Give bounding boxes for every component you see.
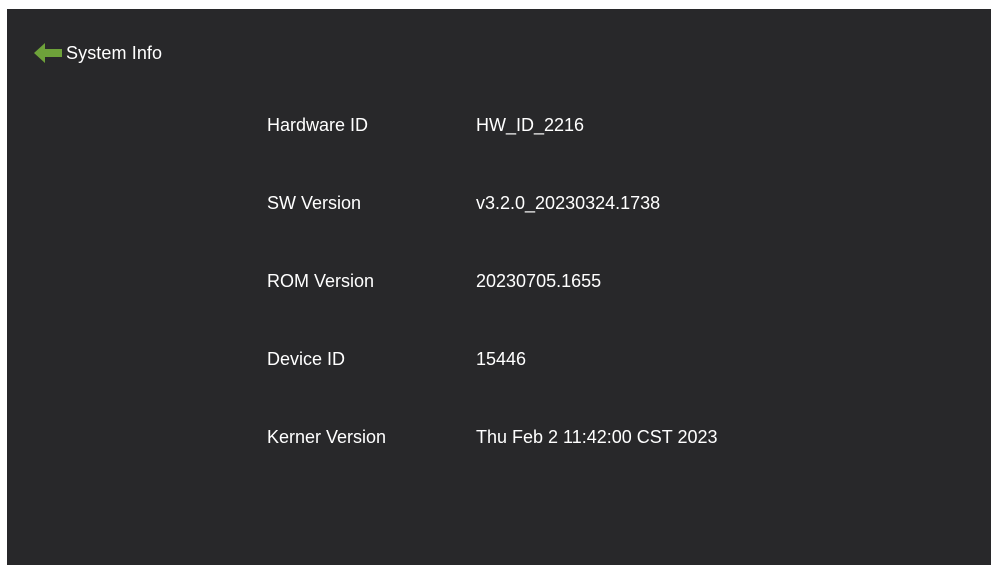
info-list: Hardware ID HW_ID_2216 SW Version v3.2.0… bbox=[267, 113, 827, 503]
info-value: v3.2.0_20230324.1738 bbox=[476, 193, 661, 213]
info-value: 20230705.1655 bbox=[476, 271, 602, 291]
info-label: Device ID bbox=[267, 349, 346, 369]
info-label: SW Version bbox=[267, 193, 362, 213]
info-row-hardware-id: Hardware ID HW_ID_2216 bbox=[267, 113, 827, 191]
info-value: 15446 bbox=[476, 349, 527, 369]
info-row-sw-version: SW Version v3.2.0_20230324.1738 bbox=[267, 191, 827, 269]
info-label: Kerner Version bbox=[267, 427, 387, 447]
page-title: System Info bbox=[66, 42, 163, 63]
info-value: Thu Feb 2 11:42:00 CST 2023 bbox=[476, 427, 718, 447]
info-row-rom-version: ROM Version 20230705.1655 bbox=[267, 269, 827, 347]
info-row-device-id: Device ID 15446 bbox=[267, 347, 827, 425]
arrow-left-icon[interactable] bbox=[32, 41, 64, 65]
info-row-kernel-version: Kerner Version Thu Feb 2 11:42:00 CST 20… bbox=[267, 425, 827, 503]
info-label: ROM Version bbox=[267, 271, 375, 291]
info-label: Hardware ID bbox=[267, 115, 369, 135]
system-info-screen: System Info Hardware ID HW_ID_2216 SW Ve… bbox=[7, 9, 991, 565]
info-value: HW_ID_2216 bbox=[476, 115, 585, 135]
back-button[interactable]: System Info bbox=[32, 41, 162, 65]
